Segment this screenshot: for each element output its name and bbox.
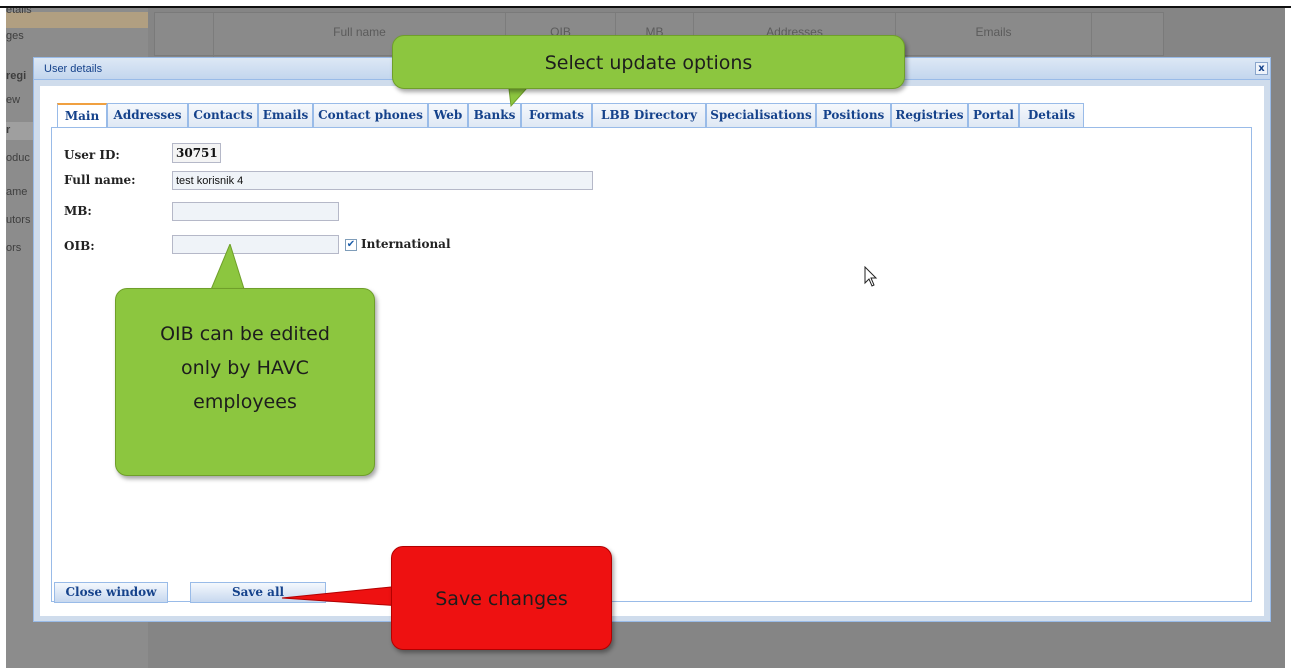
- oib-callout-line: OIB can be edited: [160, 323, 330, 345]
- tab-contacts[interactable]: Contacts: [188, 103, 258, 127]
- save-callout-pointer: [281, 585, 402, 607]
- full-name-label: Full name:: [64, 173, 136, 187]
- tab-emails[interactable]: Emails: [258, 103, 313, 127]
- background-sidebar-item: r: [6, 124, 11, 136]
- tab-specialisations[interactable]: Specialisations: [706, 103, 816, 127]
- user-id-label: User ID:: [64, 148, 120, 162]
- close-icon[interactable]: x: [1255, 62, 1268, 75]
- tab-positions[interactable]: Positions: [816, 103, 891, 127]
- mb-label: MB:: [64, 204, 92, 218]
- background-sidebar-item: utors: [6, 214, 31, 226]
- background-grid-column: Emails: [895, 13, 1091, 57]
- user-id-field: 30751: [172, 143, 221, 163]
- tab-addresses[interactable]: Addresses: [107, 103, 188, 127]
- tabs-callout: Select update options: [392, 35, 905, 89]
- tab-registries[interactable]: Registries: [891, 103, 968, 127]
- background-sidebar-item: regi: [6, 70, 27, 82]
- tab-details[interactable]: Details: [1019, 103, 1084, 127]
- oib-callout-pointer: [209, 244, 246, 293]
- international-checkbox[interactable]: ✔: [345, 239, 357, 251]
- background-sidebar-item: ors: [6, 242, 22, 254]
- full-name-input[interactable]: test korisnik 4: [172, 171, 593, 190]
- background-sidebar-item: oduc: [6, 152, 30, 164]
- background-sidebar-item: etails: [6, 8, 32, 16]
- oib-callout-line: only by HAVC: [181, 357, 309, 379]
- tab-contact-phones[interactable]: Contact phones: [313, 103, 428, 127]
- mouse-cursor-icon: [864, 266, 878, 287]
- background-grid-column: [1091, 13, 1165, 57]
- dialog-title: User details: [44, 63, 103, 75]
- tab-portal[interactable]: Portal: [968, 103, 1019, 127]
- tab-web[interactable]: Web: [428, 103, 468, 127]
- background-grid-column: [155, 13, 213, 57]
- oib-label: OIB:: [64, 239, 95, 253]
- background-sidebar-item: ame: [6, 186, 28, 198]
- mb-input[interactable]: [172, 202, 339, 221]
- tab-main[interactable]: Main: [57, 103, 107, 128]
- save-callout: Save changes: [391, 546, 612, 650]
- tab-lbb-directory[interactable]: LBB Directory: [592, 103, 706, 127]
- background-sidebar-item: ew: [6, 94, 21, 106]
- oib-callout-line: employees: [193, 391, 297, 413]
- international-label: International: [361, 237, 451, 251]
- oib-callout: OIB can be edited only by HAVC employees: [115, 288, 375, 476]
- background-sidebar-item: ges: [6, 30, 24, 42]
- close-window-button[interactable]: Close window: [54, 582, 168, 603]
